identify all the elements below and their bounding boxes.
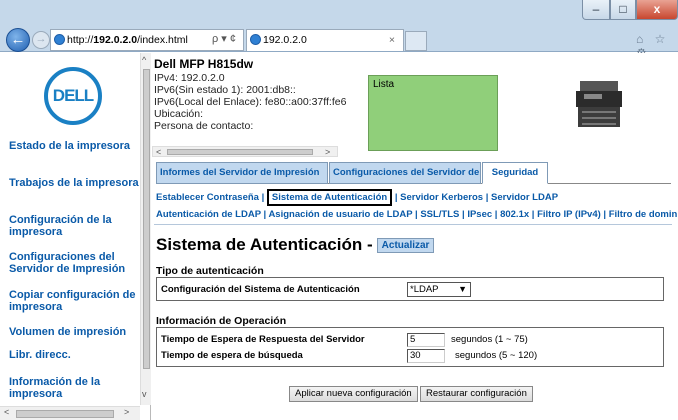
scroll-right-icon[interactable]: > <box>124 407 129 417</box>
page-title-text: Sistema de Autenticación - <box>156 235 373 254</box>
search-timeout-input[interactable]: 30 <box>407 349 445 363</box>
tab-print-server-reports[interactable]: Informes del Servidor de Impresión <box>156 162 328 184</box>
scrollbar-thumb[interactable] <box>167 149 313 155</box>
search-timeout-label: Tiempo de espera de búsqueda <box>161 350 303 361</box>
nav-print-volume[interactable]: Volumen de impresión <box>9 326 139 338</box>
ipv4-info: IPv4: 192.0.2.0 <box>154 72 225 84</box>
server-timeout-input[interactable]: 5 <box>407 333 445 347</box>
refresh-button[interactable]: Actualizar <box>376 238 435 254</box>
link-auth-system[interactable]: Sistema de Autenticación <box>266 189 393 206</box>
maximize-button[interactable]: □ <box>610 0 636 20</box>
address-prefix: http:// <box>67 34 94 46</box>
printer-model: Dell MFP H815dw <box>154 57 254 71</box>
ie-page-icon <box>54 34 65 45</box>
nav-printer-info[interactable]: Información de la impresora <box>9 376 139 400</box>
browser-tab[interactable]: 192.0.2.0 × <box>246 29 404 51</box>
header-horizontal-scrollbar[interactable]: < > <box>152 146 338 157</box>
nav-copy-printer-settings[interactable]: Copiar configuración de impresora <box>9 289 139 313</box>
dell-logo: DELL <box>44 67 102 125</box>
scroll-up-icon[interactable]: ^ <box>142 55 146 65</box>
address-host: 192.0.2.0 <box>93 34 138 46</box>
auth-type-heading: Tipo de autenticación <box>156 265 264 277</box>
tab-bar: Informes del Servidor de Impresión Confi… <box>156 160 671 184</box>
tab-title: 192.0.2.0 <box>263 34 307 46</box>
tab-print-server-settings[interactable]: Configuraciones del Servidor de Impresió… <box>329 162 527 184</box>
security-subnav-links[interactable]: Autenticación de LDAP | Asignación de us… <box>156 209 678 220</box>
left-vertical-scrollbar[interactable]: ^ v <box>140 53 151 405</box>
page-title: Sistema de Autenticación - Actualizar <box>156 235 435 255</box>
printer-header-frame: Dell MFP H815dw IPv4: 192.0.2.0 IPv6(Sin… <box>152 53 678 157</box>
apply-settings-button[interactable]: Aplicar nueva configuración <box>289 386 418 402</box>
scroll-left-icon[interactable]: < <box>4 407 9 417</box>
left-horizontal-scrollbar[interactable]: < > <box>0 406 140 420</box>
title-bar: – □ x ← → http://192.0.2.0/index.html ρ … <box>0 0 678 60</box>
search-timeout-unit: segundos (5 ~ 120) <box>455 350 538 361</box>
tab-close-icon[interactable]: × <box>389 30 395 50</box>
browser-window: – □ x ← → http://192.0.2.0/index.html ρ … <box>0 0 678 420</box>
link-ldap-server[interactable]: Servidor LDAP <box>491 192 558 203</box>
contact-info: Persona de contacto: <box>154 120 254 132</box>
auth-type-box: Configuración del Sistema de Autenticaci… <box>156 277 664 301</box>
status-text: Lista <box>373 79 395 90</box>
location-info: Ubicación: <box>154 108 204 120</box>
status-panel: Lista <box>368 75 498 151</box>
scrollbar-thumb[interactable] <box>143 69 150 369</box>
security-subnav: Establecer Contraseña | Sistema de Auten… <box>156 189 558 206</box>
forward-arrow-icon[interactable]: → <box>32 31 50 49</box>
nav-printer-jobs[interactable]: Trabajos de la impresora <box>9 177 139 189</box>
scroll-down-icon[interactable]: v <box>142 389 147 399</box>
scrollbar-thumb[interactable] <box>16 410 114 418</box>
ipv6-stateless-info: IPv6(Sin estado 1): 2001:db8:: <box>154 84 296 96</box>
operation-heading: Información de Operación <box>156 315 287 327</box>
address-path: /index.html <box>137 34 188 46</box>
left-navigation-frame: DELL Estado de la impresora Trabajos de … <box>0 53 151 420</box>
link-set-password[interactable]: Establecer Contraseña <box>156 192 259 203</box>
close-window-button[interactable]: x <box>636 0 678 20</box>
scroll-right-icon[interactable]: > <box>325 147 330 157</box>
printer-image-icon <box>576 81 622 127</box>
new-tab-button[interactable] <box>405 31 427 51</box>
server-timeout-unit: segundos (1 ~ 75) <box>451 334 528 345</box>
divider <box>154 224 672 225</box>
auth-system-label: Configuración del Sistema de Autenticaci… <box>161 284 360 295</box>
server-timeout-label: Tiempo de Espera de Respuesta del Servid… <box>161 334 365 345</box>
scroll-left-icon[interactable]: < <box>156 147 161 157</box>
chevron-down-icon: ▼ <box>458 284 467 294</box>
nav-print-server-settings[interactable]: Configuraciones del Servidor de Impresió… <box>9 251 139 275</box>
auth-system-select[interactable]: *LDAP ▼ <box>407 282 471 297</box>
main-content: Informes del Servidor de Impresión Confi… <box>152 157 678 420</box>
minimize-button[interactable]: – <box>582 0 610 20</box>
restore-settings-button[interactable]: Restaurar configuración <box>420 386 533 402</box>
auth-system-value: *LDAP <box>410 284 439 295</box>
tab-security[interactable]: Seguridad <box>482 162 548 184</box>
ie-tab-icon <box>250 34 261 45</box>
back-arrow-icon[interactable]: ← <box>6 28 30 52</box>
ipv6-link-local-info: IPv6(Local del Enlace): fe80::a00:37ff:f… <box>154 96 347 108</box>
operation-box: Tiempo de Espera de Respuesta del Servid… <box>156 327 664 367</box>
nav-address-book[interactable]: Libr. direcc. <box>9 349 139 361</box>
link-kerberos-server[interactable]: Servidor Kerberos <box>400 192 483 203</box>
search-refresh-icons[interactable]: ρ ▾ ¢ <box>204 29 244 51</box>
nav-printer-settings[interactable]: Configuración de la impresora <box>9 214 139 238</box>
nav-printer-status[interactable]: Estado de la impresora <box>9 140 139 152</box>
